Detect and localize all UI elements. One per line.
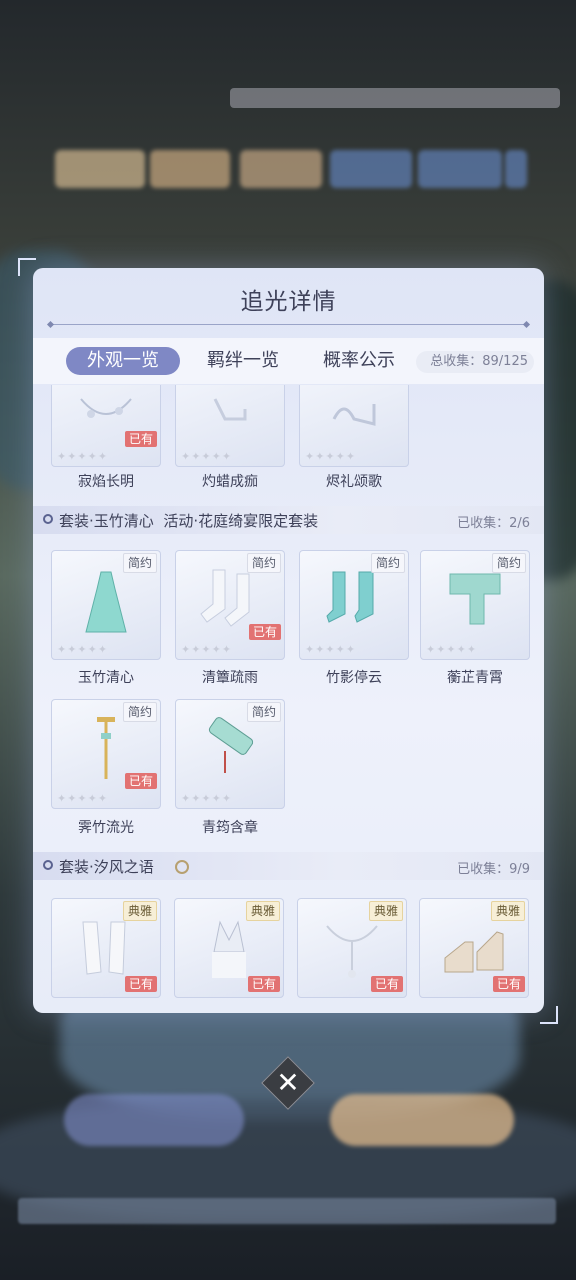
title-divider (51, 324, 526, 325)
tab-bar: 外观一览 羁绊一览 概率公示 总收集：89/125 (33, 338, 544, 384)
shoes-icon (213, 398, 247, 421)
blurred-strip (18, 1198, 556, 1224)
scroll-icon (208, 717, 254, 773)
item-card[interactable]: 简约 ✦✦✦✦✦ (51, 550, 161, 660)
tab-probability[interactable]: 概率公示 (309, 347, 409, 375)
close-icon[interactable]: ✕ (269, 1064, 307, 1102)
star-rating: ✦✦✦✦✦ (181, 792, 233, 805)
star-rating: ✦✦✦✦✦ (57, 643, 109, 656)
item-name: 灼蜡成痂 (202, 474, 258, 490)
owned-badge: 已有 (492, 976, 525, 992)
diamond-icon (43, 860, 53, 870)
item-card[interactable]: 典雅 已有 (174, 898, 284, 998)
item-card[interactable]: 简约 已有 ✦✦✦✦✦ (175, 550, 285, 660)
total-collection: 总收集：89/125 (416, 351, 534, 373)
item-card[interactable]: 简约 ✦✦✦✦✦ (420, 550, 530, 660)
necklace-icon (326, 925, 378, 978)
tab-appearance[interactable]: 外观一览 (66, 347, 180, 375)
star-rating: ✦✦✦✦✦ (426, 643, 478, 656)
star-rating: ✦✦✦✦✦ (181, 643, 233, 656)
item-card[interactable]: 简约 已有 ✦✦✦✦✦ (51, 699, 161, 809)
blurred-button (330, 1094, 514, 1146)
heels-icon (332, 404, 376, 426)
suit-collected-count: 已收集：9/9 (457, 862, 530, 877)
jewelry-icon (80, 398, 132, 418)
style-tag: 典雅 (245, 901, 280, 921)
item-card[interactable]: ✦✦✦✦✦ (175, 385, 285, 467)
blurred-tab (150, 150, 230, 188)
item-card[interactable]: 简约 ✦✦✦✦✦ (175, 699, 285, 809)
style-tag: 典雅 (122, 901, 157, 921)
item-list[interactable]: 已有 ✦✦✦✦✦ ✦✦✦✦✦ ✦✦✦✦✦ 寂焰长明 灼蜡成痂 烬礼颂歌 套装·玉… (33, 385, 544, 1013)
tab-bonds[interactable]: 羁绊一览 (193, 347, 293, 375)
item-card[interactable]: 典雅 已有 (297, 898, 407, 998)
star-rating: ✦✦✦✦✦ (181, 450, 233, 463)
style-tag: 简约 (122, 553, 157, 573)
item-name: 青筠含章 (202, 820, 258, 836)
suit-collected-count: 已收集：2/6 (457, 516, 530, 531)
star-rating: ✦✦✦✦✦ (305, 450, 357, 463)
blurred-tab (330, 150, 412, 188)
gloves-icon (82, 921, 126, 975)
item-name: 烬礼颂歌 (326, 474, 382, 490)
star-rating: ✦✦✦✦✦ (57, 792, 109, 805)
blurred-tab (418, 150, 502, 188)
diamond-icon (43, 514, 53, 524)
suit-title: 套装·玉竹清心 活动·花庭绮宴限定套装 (59, 512, 319, 530)
blurred-button (64, 1094, 244, 1146)
crown-icon (212, 920, 246, 978)
owned-badge: 已有 (247, 976, 280, 992)
style-tag: 简约 (491, 553, 526, 573)
modal-title: 追光详情 (240, 289, 337, 315)
item-name: 蘅芷青霄 (447, 670, 503, 686)
owned-badge: 已有 (124, 773, 157, 789)
blurred-tab (505, 150, 527, 188)
item-card[interactable]: 典雅 已有 (51, 898, 161, 998)
item-card[interactable]: 典雅 已有 (419, 898, 529, 998)
top-blurred-bar (230, 88, 560, 108)
boots-icon (326, 571, 374, 623)
item-name: 清簟疏雨 (202, 670, 258, 686)
high-heels-icon (444, 931, 504, 973)
style-tag: 简约 (246, 702, 281, 722)
owned-badge: 已有 (124, 431, 157, 447)
star-rating: ✦✦✦✦✦ (305, 643, 357, 656)
suit-title: 套装·汐风之语 (59, 858, 154, 876)
scarf-icon (449, 573, 501, 625)
item-card[interactable]: 已有 ✦✦✦✦✦ (51, 385, 161, 467)
blurred-tab (55, 150, 145, 188)
owned-badge: 已有 (248, 624, 281, 640)
style-tag: 典雅 (490, 901, 525, 921)
dress-icon (85, 571, 127, 633)
owned-badge: 已有 (370, 976, 403, 992)
item-name: 玉竹清心 (78, 670, 134, 686)
style-tag: 简约 (370, 553, 405, 573)
style-tag: 典雅 (368, 901, 403, 921)
style-tag: 简约 (246, 553, 281, 573)
item-name: 寂焰长明 (78, 474, 134, 490)
chase-light-detail-modal: 追光详情 外观一览 羁绊一览 概率公示 总收集：89/125 已有 ✦✦✦✦✦ … (33, 268, 544, 1013)
item-name: 霁竹流光 (78, 820, 134, 836)
item-name: 竹影停云 (326, 670, 382, 686)
owned-badge: 已有 (124, 976, 157, 992)
magnifier-icon[interactable] (175, 860, 189, 874)
suit-section-header: 套装·玉竹清心 活动·花庭绮宴限定套装 已收集：2/6 (33, 506, 544, 534)
suit-section-header: 套装·汐风之语 已收集：9/9 (33, 852, 544, 880)
blurred-tab (240, 150, 322, 188)
star-rating: ✦✦✦✦✦ (57, 450, 109, 463)
item-card[interactable]: 简约 ✦✦✦✦✦ (299, 550, 409, 660)
item-card[interactable]: ✦✦✦✦✦ (299, 385, 409, 467)
style-tag: 简约 (122, 702, 157, 722)
